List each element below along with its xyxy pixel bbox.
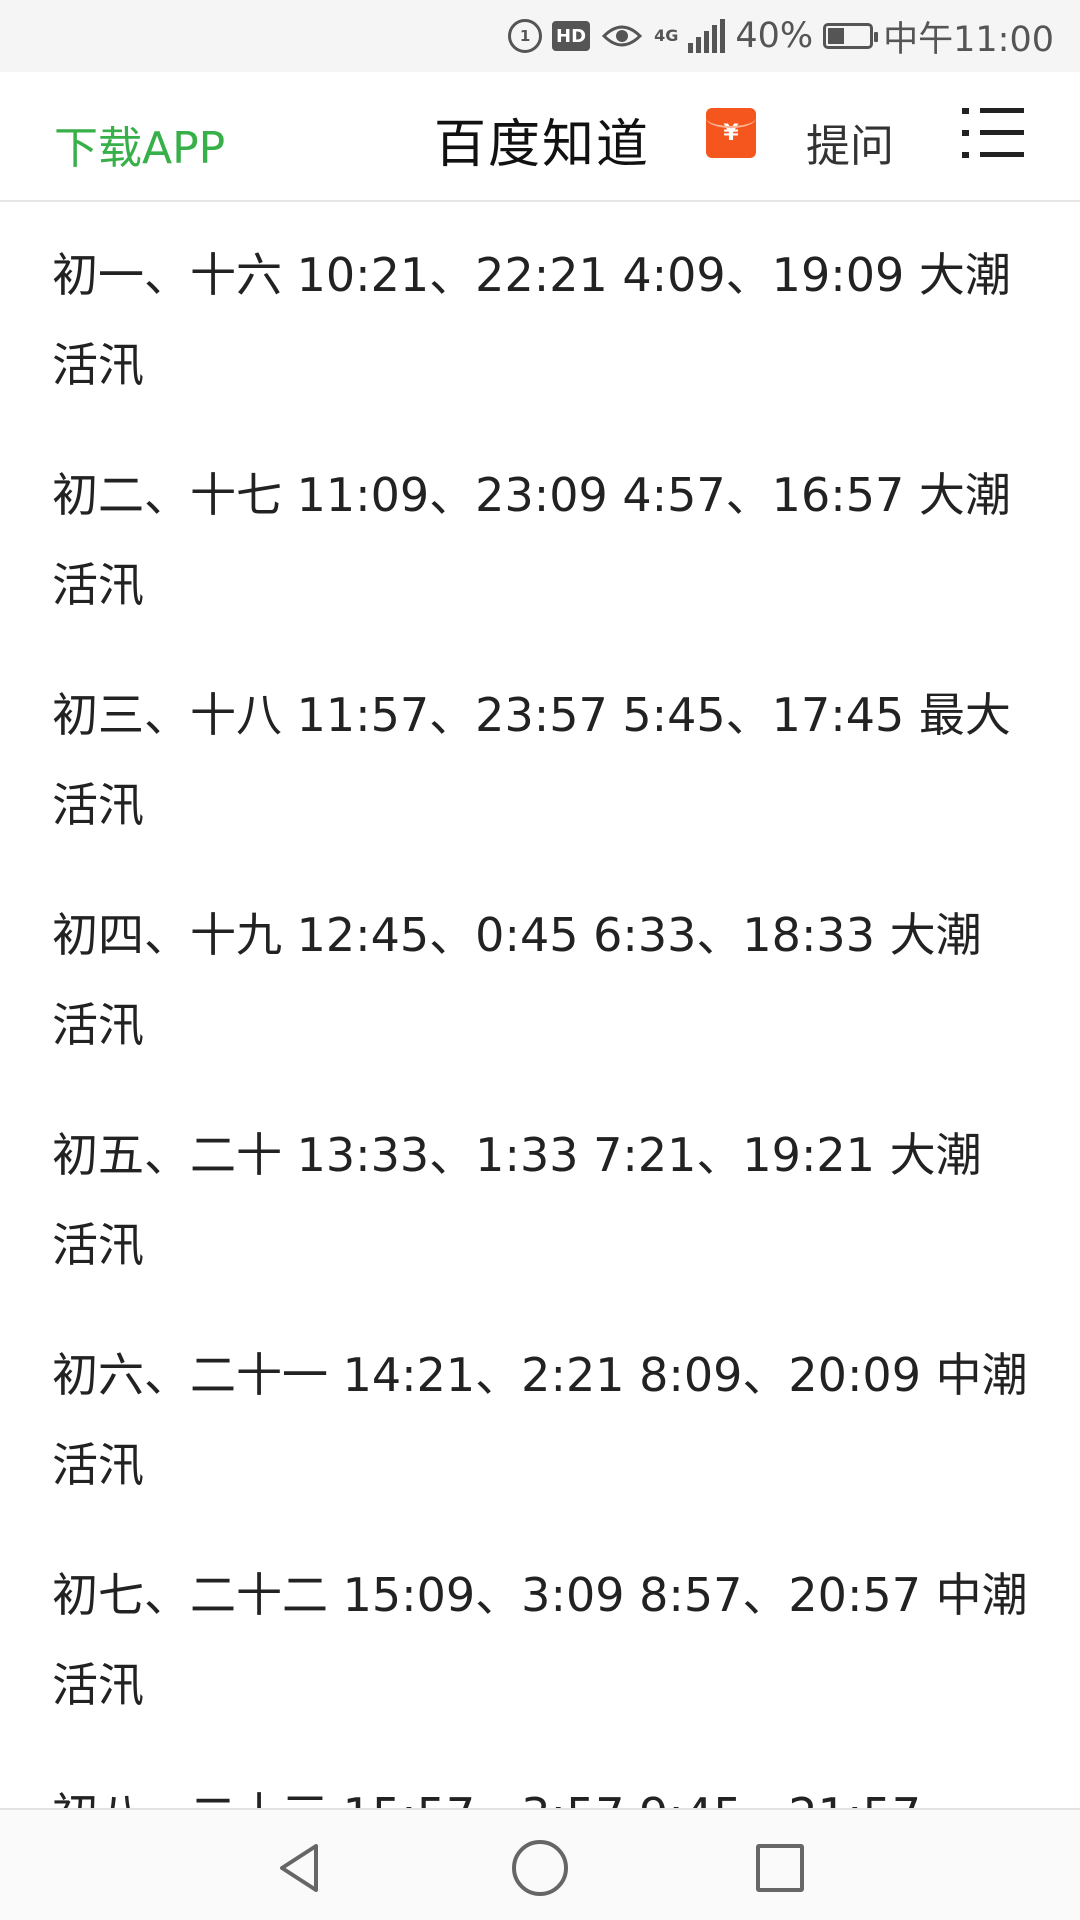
top-nav-header: 下载APP 百度知道 ¥ 提问: [0, 72, 1080, 202]
eye-comfort-icon: [600, 16, 644, 56]
red-packet-icon[interactable]: ¥: [706, 108, 756, 158]
signal-strength-icon: [688, 19, 726, 53]
tide-entry: 初八、二十三 15:57、3:57 9:45、21:57: [52, 1770, 1028, 1808]
tide-entry: 初七、二十二 15:09、3:09 8:57、20:57 中潮 活汛: [52, 1568, 1028, 1712]
battery-percent: 40%: [735, 16, 814, 56]
hd-voice-icon: HD: [552, 21, 591, 51]
tide-entry: 初二、十七 11:09、23:09 4:57、16:57 大潮 活汛: [52, 468, 1011, 612]
tide-entry: 初三、十八 11:57、23:57 5:45、17:45 最大 活汛: [52, 688, 1011, 832]
clock: 中午11:00: [883, 19, 1054, 60]
menu-icon[interactable]: [962, 106, 1024, 160]
answer-content: 初一、十六 10:21、22:21 4:09、19:09 大潮 活汛 初二、十七…: [0, 202, 1080, 1808]
back-triangle-icon[interactable]: [272, 1840, 328, 1896]
battery-icon: [823, 23, 879, 49]
download-app-link[interactable]: 下载APP: [54, 112, 225, 176]
home-circle-icon[interactable]: [512, 1840, 568, 1896]
tide-entry: 初一、十六 10:21、22:21 4:09、19:09 大潮 活汛: [52, 248, 1011, 392]
ask-question-button[interactable]: 提问: [806, 110, 894, 174]
network-type-icon: 4G: [654, 26, 679, 45]
data-saver-icon: 1: [508, 19, 543, 53]
recent-apps-square-icon[interactable]: [756, 1844, 804, 1892]
site-title[interactable]: 百度知道: [434, 102, 650, 177]
tide-entry: 初五、二十 13:33、1:33 7:21、19:21 大潮 活汛: [52, 1128, 982, 1272]
tide-entry: 初四、十九 12:45、0:45 6:33、18:33 大潮 活汛: [52, 908, 982, 1052]
status-bar: 1 HD 4G 40% 中午11:00: [0, 0, 1080, 72]
system-nav-bar: [0, 1808, 1080, 1920]
tide-entry: 初六、二十一 14:21、2:21 8:09、20:09 中潮 活汛: [52, 1348, 1028, 1492]
